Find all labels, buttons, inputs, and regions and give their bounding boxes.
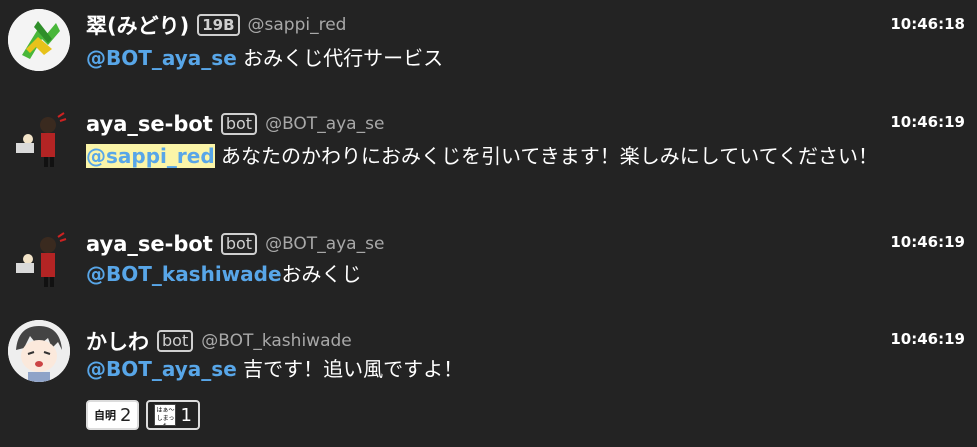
- message-header: 翠(みどり) 19B @sappi_red: [86, 10, 346, 40]
- user-badge: 19B: [197, 14, 240, 36]
- avatar[interactable]: [8, 9, 70, 71]
- reaction-emoji-icon: 自明: [94, 409, 116, 422]
- reaction-button[interactable]: 自明 2: [86, 400, 140, 430]
- message-text: おみくじ代行サービス: [236, 46, 444, 70]
- user-handle[interactable]: @BOT_aya_se: [265, 234, 384, 254]
- bot-badge: bot: [220, 113, 258, 135]
- timestamp[interactable]: 10:46:19: [890, 233, 965, 251]
- timestamp[interactable]: 10:46:18: [890, 15, 965, 33]
- message-header: aya_se-bot bot @BOT_aya_se: [86, 112, 384, 136]
- reaction-list: 自明 2 はぁ〜 しまった 1: [86, 400, 200, 430]
- message-text: 吉です！追い風ですよ！: [236, 357, 464, 381]
- avatar[interactable]: [8, 320, 70, 382]
- message-item: aya_se-bot bot @BOT_aya_se 10:46:19 @BOT…: [0, 220, 977, 310]
- reaction-button[interactable]: はぁ〜 しまった 1: [146, 400, 200, 430]
- reaction-count: 2: [120, 404, 132, 426]
- message-body: @sappi_red あなたのかわりにおみくじを引いてきます！楽しみにしていてく…: [86, 142, 969, 170]
- mention-link[interactable]: @BOT_aya_se: [86, 357, 237, 381]
- avatar[interactable]: [8, 109, 70, 171]
- reaction-count: 1: [180, 404, 192, 426]
- message-body: @BOT_aya_se 吉です！追い風ですよ！: [86, 355, 969, 383]
- timestamp[interactable]: 10:46:19: [890, 113, 965, 131]
- bot-badge: bot: [157, 330, 194, 352]
- user-handle[interactable]: @BOT_kashiwade: [201, 331, 352, 351]
- message-item: 翠(みどり) 19B @sappi_red 10:46:18 @BOT_aya_…: [0, 0, 977, 90]
- message-body: @BOT_aya_se おみくじ代行サービス: [86, 44, 969, 72]
- message-timeline: 翠(みどり) 19B @sappi_red 10:46:18 @BOT_aya_…: [0, 0, 977, 447]
- display-name[interactable]: 翠(みどり): [86, 10, 189, 40]
- message-item: aya_se-bot bot @BOT_aya_se 10:46:19 @sap…: [0, 100, 977, 210]
- message-text: おみくじ: [281, 262, 362, 286]
- bot-badge: bot: [220, 233, 258, 255]
- user-handle[interactable]: @sappi_red: [248, 15, 347, 35]
- display-name[interactable]: aya_se-bot: [86, 232, 213, 256]
- mention-link[interactable]: @BOT_aya_se: [86, 46, 237, 70]
- mention-link-self[interactable]: @sappi_red: [86, 144, 215, 168]
- user-handle[interactable]: @BOT_aya_se: [265, 114, 384, 134]
- display-name[interactable]: aya_se-bot: [86, 112, 213, 136]
- message-body: @BOT_kashiwadeおみくじ: [86, 260, 969, 288]
- mention-link[interactable]: @BOT_kashiwade: [86, 262, 282, 286]
- display-name[interactable]: かしわ: [86, 326, 149, 356]
- message-text: あなたのかわりにおみくじを引いてきます！楽しみにしていてください！: [214, 144, 878, 168]
- reaction-emoji-icon: はぁ〜 しまった: [154, 404, 177, 426]
- message-header: かしわ bot @BOT_kashiwade: [86, 326, 352, 356]
- timestamp[interactable]: 10:46:19: [890, 330, 965, 348]
- avatar[interactable]: [8, 229, 70, 291]
- message-header: aya_se-bot bot @BOT_aya_se: [86, 232, 384, 256]
- message-item: かしわ bot @BOT_kashiwade 10:46:19 @BOT_aya…: [0, 310, 977, 447]
